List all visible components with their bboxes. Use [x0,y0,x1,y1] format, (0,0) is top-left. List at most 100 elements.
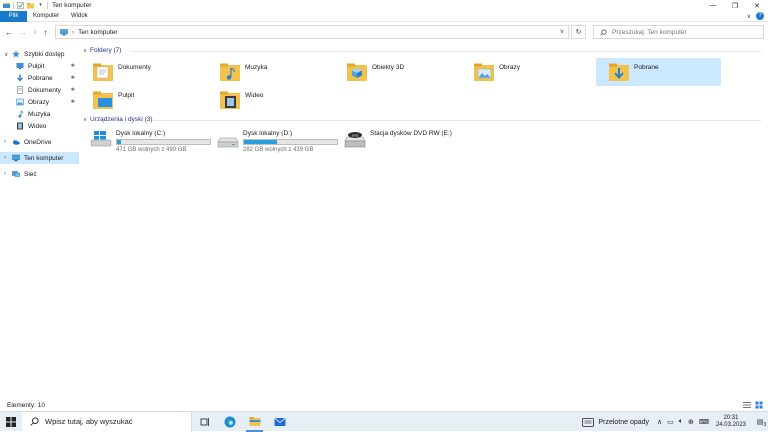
desktop-folder-icon [93,91,113,109]
group-title: Urządzenia i dyski (3) [90,116,153,123]
nav-item-downloads[interactable]: Pobrane ✱ [0,72,79,84]
drive-usage-fill [117,140,121,144]
folder-3d-objects[interactable]: Obiekty 3D [334,58,459,86]
task-view-button[interactable] [192,412,217,432]
nav-item-quick-access[interactable]: ∨ Szybki dostęp [0,48,79,60]
folder-icon [249,417,260,426]
drive-e-dvd[interactable]: DVD Stacja dysków DVD RW (E:) [344,128,452,156]
folders-group-header[interactable]: ∨ Foldery (7) [83,47,761,54]
drive-info: Dysk lokalny (C:) 471 GB wolnych z 490 G… [116,130,211,153]
videos-folder-icon [220,91,240,109]
folder-desktop[interactable]: Pulpit [80,86,205,114]
refresh-button[interactable]: ↻ [571,25,586,39]
nav-item-music[interactable]: Muzyka [0,108,79,120]
tab-view[interactable]: Widok [65,11,94,22]
pin-icon[interactable]: ✱ [71,87,75,93]
up-button[interactable]: ↑ [43,28,47,37]
drive-usage-fill [244,140,278,144]
nav-item-this-pc[interactable]: › Ten komputer [0,152,79,164]
close-button[interactable]: ✕ [746,0,768,11]
pin-icon[interactable]: ✱ [71,63,75,69]
network-status-icon[interactable]: ▭ [667,418,674,426]
drive-info: Stacja dysków DVD RW (E:) [370,130,452,137]
large-icons-view-icon[interactable] [755,401,763,409]
maximize-button[interactable]: ❐ [724,0,746,11]
drive-d[interactable]: Dysk lokalny (D:) 282 GB wolnych z 439 G… [217,128,338,156]
folder-downloads[interactable]: Pobrane [596,58,721,86]
help-icon[interactable]: ? [756,12,764,20]
address-dropdown-icon[interactable]: ∨ [560,28,564,35]
windows-logo-icon [6,416,16,427]
nav-item-onedrive[interactable]: › OneDrive [0,136,79,148]
weather-icon [582,417,595,427]
svg-text:DVD: DVD [352,133,359,137]
new-folder-icon[interactable] [27,2,34,9]
drive-info: Dysk lokalny (D:) 282 GB wolnych z 439 G… [243,130,338,153]
nav-item-videos[interactable]: Wideo [0,120,79,132]
video-icon [17,122,23,130]
forward-button[interactable]: → [19,28,27,37]
nav-item-documents[interactable]: Dokumenty ✱ [0,84,79,96]
globe-icon[interactable]: ⊕ [688,418,694,426]
recent-locations-button[interactable]: ∨ [33,29,37,36]
address-field[interactable]: › Ten komputer ∨ [55,25,569,39]
network-icon [12,171,20,177]
folder-label: Muzyka [245,63,268,71]
file-explorer-taskbar-button[interactable] [242,412,267,432]
mail-taskbar-button[interactable] [267,412,292,432]
mail-icon [273,417,286,426]
nav-item-desktop[interactable]: Pulpit ✱ [0,60,79,72]
taskbar-search[interactable]: Wpisz tutaj, aby wyszukać [22,411,192,432]
expand-ribbon-icon[interactable]: ∨ [747,13,751,20]
folder-documents[interactable]: Dokumenty [80,58,205,86]
drive-usage-bar [243,139,338,145]
clock[interactable]: 20:31 24.03.2023 [716,415,746,429]
onedrive-icon [13,140,20,145]
chevron-right-icon[interactable]: › [4,171,12,177]
pin-icon[interactable]: ✱ [71,75,75,81]
drive-c[interactable]: Dysk lokalny (C:) 471 GB wolnych z 490 G… [90,128,211,156]
tab-file[interactable]: Plik [0,10,27,22]
chevron-down-icon[interactable]: ∨ [83,48,87,54]
edge-taskbar-button[interactable] [217,412,242,432]
properties-icon[interactable] [17,2,24,9]
minimize-button[interactable]: — [702,0,724,11]
search-box[interactable] [593,25,764,39]
customize-quick-access-icon[interactable]: ▾ [37,2,44,9]
chevron-right-icon[interactable]: › [4,155,12,161]
chevron-down-icon[interactable]: ∨ [4,51,12,58]
weather-widget[interactable]: Przelotne opady [582,417,650,427]
computer-icon [12,154,20,162]
address-separator: › [72,28,75,36]
music-folder-icon [220,63,240,81]
back-button[interactable]: ← [5,28,13,37]
file-explorer-window: ▾ Ten komputer — ❐ ✕ Plik Komputer Widok… [0,0,768,411]
quick-access-toolbar: ▾ [0,0,48,11]
details-view-icon[interactable] [743,401,751,409]
nav-item-pictures[interactable]: Obrazy ✱ [0,96,79,108]
folder-videos[interactable]: Wideo [207,86,332,114]
pin-icon[interactable]: ✱ [71,99,75,105]
nav-item-network[interactable]: › Sieć [0,168,79,180]
group-divider [153,120,761,121]
volume-icon[interactable]: 🔈︎ [679,418,683,426]
title-bar: ▾ Ten komputer — ❐ ✕ [0,0,768,11]
group-divider [131,51,761,52]
weather-text: Przelotne opady [598,418,650,426]
notifications-button[interactable]: ▤ 3 [752,412,768,432]
breadcrumb[interactable]: Ten komputer [78,29,117,36]
folder-pictures[interactable]: Obrazy [461,58,586,86]
pictures-folder-icon [474,63,494,81]
chevron-down-icon[interactable]: ∨ [83,117,87,123]
drives-group-header[interactable]: ∨ Urządzenia i dyski (3) [83,116,761,123]
chevron-up-icon[interactable]: ∧ [657,418,662,426]
windows-drive-icon [90,131,112,147]
start-button[interactable] [0,412,22,432]
folder-label: Pobrane [634,63,659,71]
tab-computer[interactable]: Komputer [27,11,65,22]
search-input[interactable] [612,28,752,36]
folder-music[interactable]: Muzyka [207,58,332,86]
window-controls: — ❐ ✕ [702,0,768,11]
chevron-right-icon[interactable]: › [4,139,12,145]
keyboard-icon[interactable]: ⌨ [699,418,709,426]
